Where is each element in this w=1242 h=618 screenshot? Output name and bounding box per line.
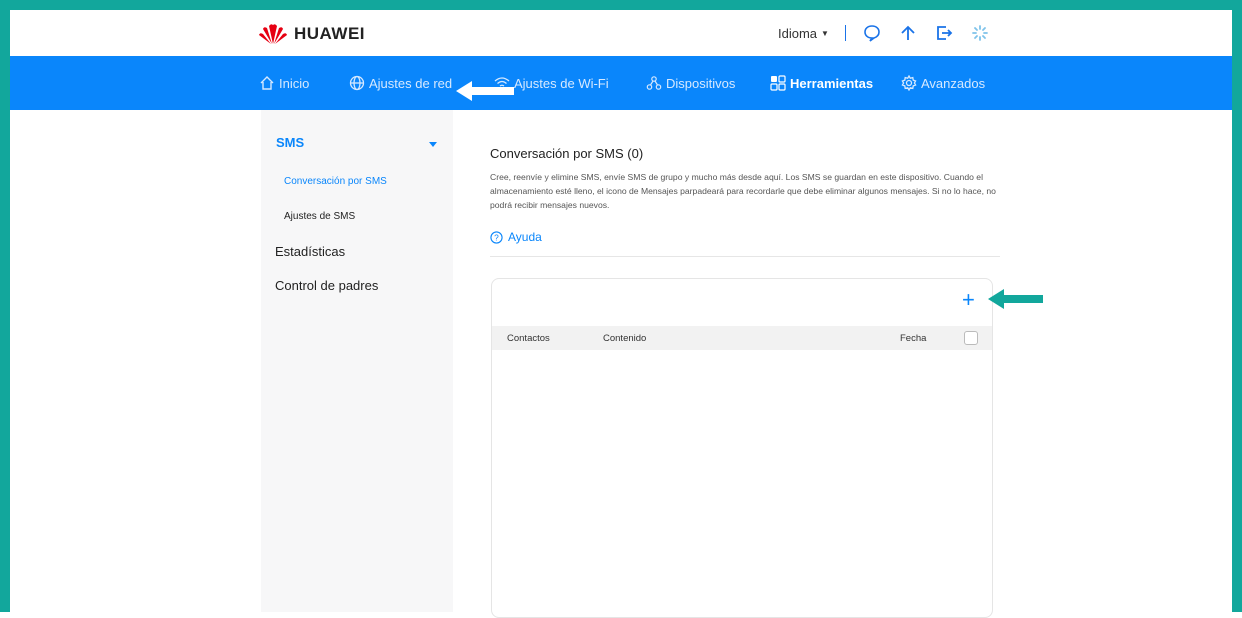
- page-description: Cree, reenvíe y elimine SMS, envíe SMS d…: [490, 172, 996, 210]
- nav-item-label: Herramientas: [790, 75, 874, 91]
- chat-bubble-icon[interactable]: [862, 23, 882, 43]
- sidebar-item-sms[interactable]: SMS: [276, 135, 304, 150]
- nav-item-herramientas[interactable]: Herramientas: [770, 75, 873, 91]
- page-title: Conversación por SMS (0): [490, 146, 644, 161]
- tools-icon: [770, 75, 786, 91]
- annotation-arrow-icon: [456, 81, 514, 101]
- help-link[interactable]: ? Ayuda: [490, 230, 542, 244]
- help-label: Ayuda: [508, 230, 542, 244]
- logout-icon[interactable]: [934, 23, 954, 43]
- globe-icon: [349, 75, 365, 91]
- huawei-flower-icon: [259, 24, 287, 44]
- sidebar-item-estadisticas[interactable]: Estadísticas: [275, 244, 345, 259]
- devices-icon: [646, 76, 662, 90]
- sidebar-item-conversacion-sms[interactable]: Conversación por SMS: [284, 176, 387, 187]
- nav-item-label: Ajustes de red: [369, 75, 453, 91]
- annotation-arrow-icon: [988, 289, 1043, 309]
- upload-arrow-icon[interactable]: [898, 23, 918, 43]
- home-icon: [260, 76, 274, 90]
- huawei-logo[interactable]: HUAWEI: [258, 23, 365, 45]
- divider: [490, 256, 1000, 257]
- help-icon: ?: [490, 230, 503, 244]
- language-label: Idioma: [778, 25, 818, 41]
- chevron-down-icon: ▼: [821, 28, 829, 38]
- add-sms-button[interactable]: +: [962, 289, 975, 311]
- top-bar: HUAWEI Idioma ▼: [10, 10, 1232, 56]
- nav-item-avanzados[interactable]: Avanzados: [901, 75, 985, 91]
- nav-item-dispositivos[interactable]: Dispositivos: [646, 75, 735, 91]
- nav-item-label: Dispositivos: [666, 75, 736, 91]
- sidebar: SMS Conversación por SMS Ajustes de SMS …: [261, 110, 453, 612]
- gear-icon: [901, 75, 917, 91]
- divider: [844, 25, 846, 41]
- sidebar-item-ajustes-sms[interactable]: Ajustes de SMS: [284, 211, 355, 222]
- caret-down-icon[interactable]: [429, 142, 437, 147]
- column-contactos: Contactos: [507, 333, 550, 344]
- sms-table-panel: + Contactos Contenido Fecha: [491, 278, 993, 618]
- sidebar-item-control-padres[interactable]: Control de padres: [275, 278, 378, 293]
- loading-icon: [970, 23, 990, 43]
- nav-item-label: Ajustes de Wi-Fi: [514, 75, 609, 91]
- svg-text:?: ?: [494, 232, 499, 242]
- brand-name: HUAWEI: [294, 24, 365, 43]
- top-tools: Idioma ▼: [778, 23, 990, 43]
- nav-item-label: Avanzados: [921, 75, 986, 91]
- main-nav: Inicio Ajustes de red Ajustes de Wi-Fi D…: [10, 56, 1232, 110]
- select-all-checkbox[interactable]: [964, 331, 978, 345]
- nav-item-label: Inicio: [279, 75, 310, 91]
- column-contenido: Contenido: [603, 333, 647, 344]
- language-selector[interactable]: Idioma ▼: [778, 26, 829, 41]
- nav-item-ajustes-red[interactable]: Ajustes de red: [349, 75, 452, 91]
- nav-item-inicio[interactable]: Inicio: [259, 75, 309, 91]
- table-header: Contactos Contenido Fecha: [492, 326, 992, 350]
- column-fecha: Fecha: [900, 333, 927, 344]
